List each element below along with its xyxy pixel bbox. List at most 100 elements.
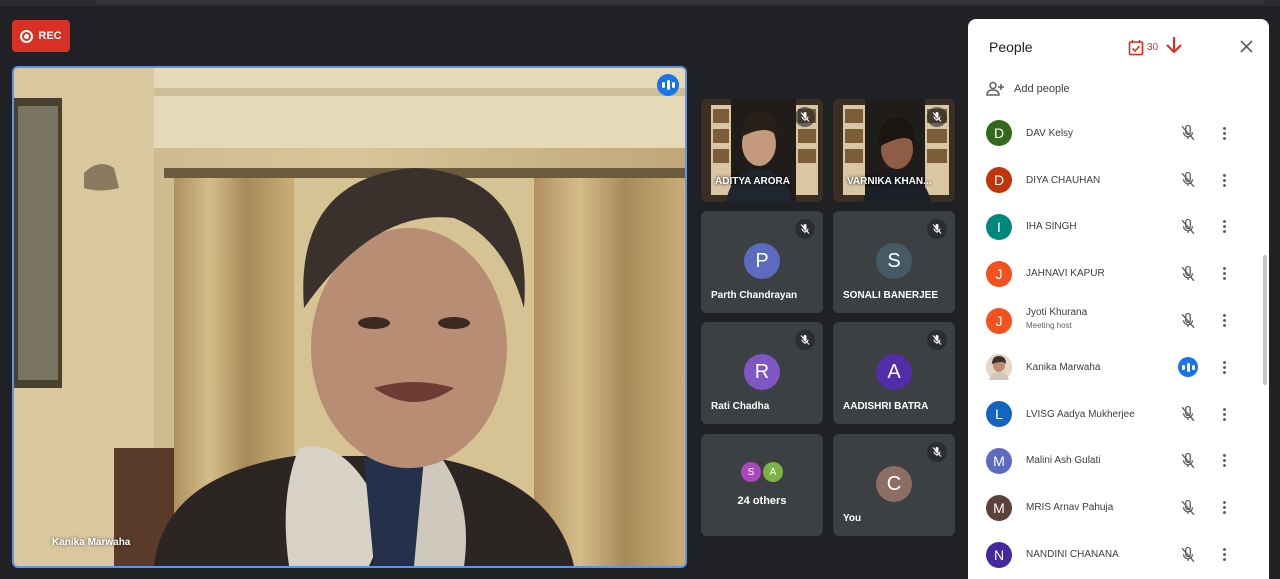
participant-count: 30 [1128,39,1158,56]
participant-name: Rati Chadha [711,401,770,412]
arrow-down-icon [1166,37,1182,54]
more-options-icon[interactable] [1219,264,1229,284]
mic-off-icon[interactable] [1178,404,1198,424]
mic-off-icon[interactable] [1178,217,1198,237]
recording-label: REC [38,30,62,42]
close-panel-button[interactable] [1237,37,1255,55]
participant-name: Kanika Marwaha [1026,361,1101,373]
avatar [986,354,1012,381]
list-item[interactable]: N NANDINI CHANANA [968,531,1258,578]
participant-name: VARNIKA KHAN... [847,176,932,187]
others-count-label: 24 others [737,495,787,507]
others-tile[interactable]: S A 24 others [701,434,823,536]
add-people-label: Add people [1014,82,1070,95]
more-options-icon[interactable] [1219,545,1229,565]
mic-off-icon [927,219,947,239]
participant-role: Meeting host [1026,321,1072,331]
participant-name: IHA SINGH [1026,221,1077,233]
add-people-button[interactable]: Add people [986,81,1070,96]
avatar: N [986,541,1012,568]
people-panel: People 30 Add people D DAV Kelsy D DIYA CHA… [968,19,1269,579]
main-video-tile[interactable]: Kanika Marwaha [12,66,687,568]
participant-tile-aadishri[interactable]: A AADISHRI BATRA [833,322,955,424]
mic-off-icon[interactable] [1178,451,1198,471]
more-options-icon[interactable] [1219,311,1229,331]
mic-off-icon[interactable] [1178,545,1198,565]
more-options-icon[interactable] [1219,404,1229,424]
avatar: M [986,447,1012,474]
list-item[interactable]: J Jyoti Khurana Meeting host [968,297,1258,344]
avatar: D [986,167,1012,194]
mic-off-icon [795,330,815,350]
main-video-feed [14,68,685,566]
speaking-indicator-icon [657,74,679,96]
list-item[interactable]: M Malini Ash Gulati [968,438,1258,485]
participant-name: AADISHRI BATRA [843,401,929,412]
avatar: A [876,354,912,390]
add-person-icon [986,81,1004,96]
list-item[interactable]: J JAHNAVI KAPUR [968,250,1258,297]
mic-off-icon [927,330,947,350]
mic-off-icon[interactable] [1178,498,1198,518]
mic-off-icon [795,107,815,127]
list-item[interactable]: D DIYA CHAUHAN [968,157,1258,204]
top-bar-strip [95,0,1265,4]
participant-name: MRIS Arnav Pahuja [1026,502,1114,514]
panel-title: People [989,39,1033,55]
avatar: J [986,260,1012,287]
avatar: D [986,120,1012,147]
avatar: R [744,354,780,390]
mic-off-icon[interactable] [1178,170,1198,190]
more-options-icon[interactable] [1219,357,1229,377]
avatar: S [741,462,761,482]
mic-off-icon [795,219,815,239]
more-options-icon[interactable] [1219,170,1229,190]
avatar: S [876,243,912,279]
participant-name: NANDINI CHANANA [1026,549,1119,561]
participant-count-value: 30 [1147,42,1159,53]
close-icon [1239,39,1253,53]
avatar: C [876,466,912,502]
participant-name: ADITYA ARORA [715,176,791,187]
avatar: J [986,307,1012,334]
avatar: P [744,243,780,279]
main-video-name: Kanika Marwaha [52,537,131,548]
more-options-icon[interactable] [1219,498,1229,518]
participant-name: JAHNAVI KAPUR [1026,268,1105,280]
list-item[interactable]: D DAV Kelsy [968,110,1258,157]
checklist-icon [1128,40,1144,56]
participant-tile-aditya[interactable]: ADITYA ARORA [701,99,823,202]
participant-name: DIYA CHAUHAN [1026,174,1101,186]
list-item[interactable]: L LVISG Aadya Mukherjee [968,391,1258,438]
participant-name: Malini Ash Gulati [1026,455,1101,467]
avatar: M [986,494,1012,521]
list-item[interactable]: M MRIS Arnav Pahuja [968,484,1258,531]
top-bar [0,0,1280,6]
people-list: D DAV Kelsy D DIYA CHAUHAN I IHA SINGH J JAHNAV… [968,110,1258,578]
mic-off-icon [927,442,947,462]
participant-tile-varnika[interactable]: VARNIKA KHAN... [833,99,955,202]
participant-tile-you[interactable]: C You [833,434,955,536]
avatar: A [763,462,783,482]
participant-tile-parth[interactable]: P Parth Chandrayan [701,211,823,313]
list-item[interactable]: Kanika Marwaha [968,344,1258,391]
participant-name: SONALI BANERJEE [843,290,939,301]
participant-name: You [843,513,862,524]
scrollbar[interactable] [1263,255,1267,385]
participant-name: Jyoti Khurana [1026,307,1088,319]
avatar: L [986,401,1012,428]
more-options-icon[interactable] [1219,217,1229,237]
more-options-icon[interactable] [1219,123,1229,143]
participant-tile-rati[interactable]: R Rati Chadha [701,322,823,424]
mic-off-icon[interactable] [1178,123,1198,143]
participant-name: LVISG Aadya Mukherjee [1026,408,1135,420]
more-options-icon[interactable] [1219,451,1229,471]
mic-off-icon [927,107,947,127]
list-item[interactable]: I IHA SINGH [968,204,1258,251]
participant-tile-sonali[interactable]: S SONALI BANERJEE [833,211,955,313]
mic-off-icon[interactable] [1178,311,1198,331]
mic-off-icon[interactable] [1178,264,1198,284]
speaking-indicator-icon [1178,357,1198,378]
participant-name: DAV Kelsy [1026,127,1074,139]
avatar: I [986,213,1012,240]
